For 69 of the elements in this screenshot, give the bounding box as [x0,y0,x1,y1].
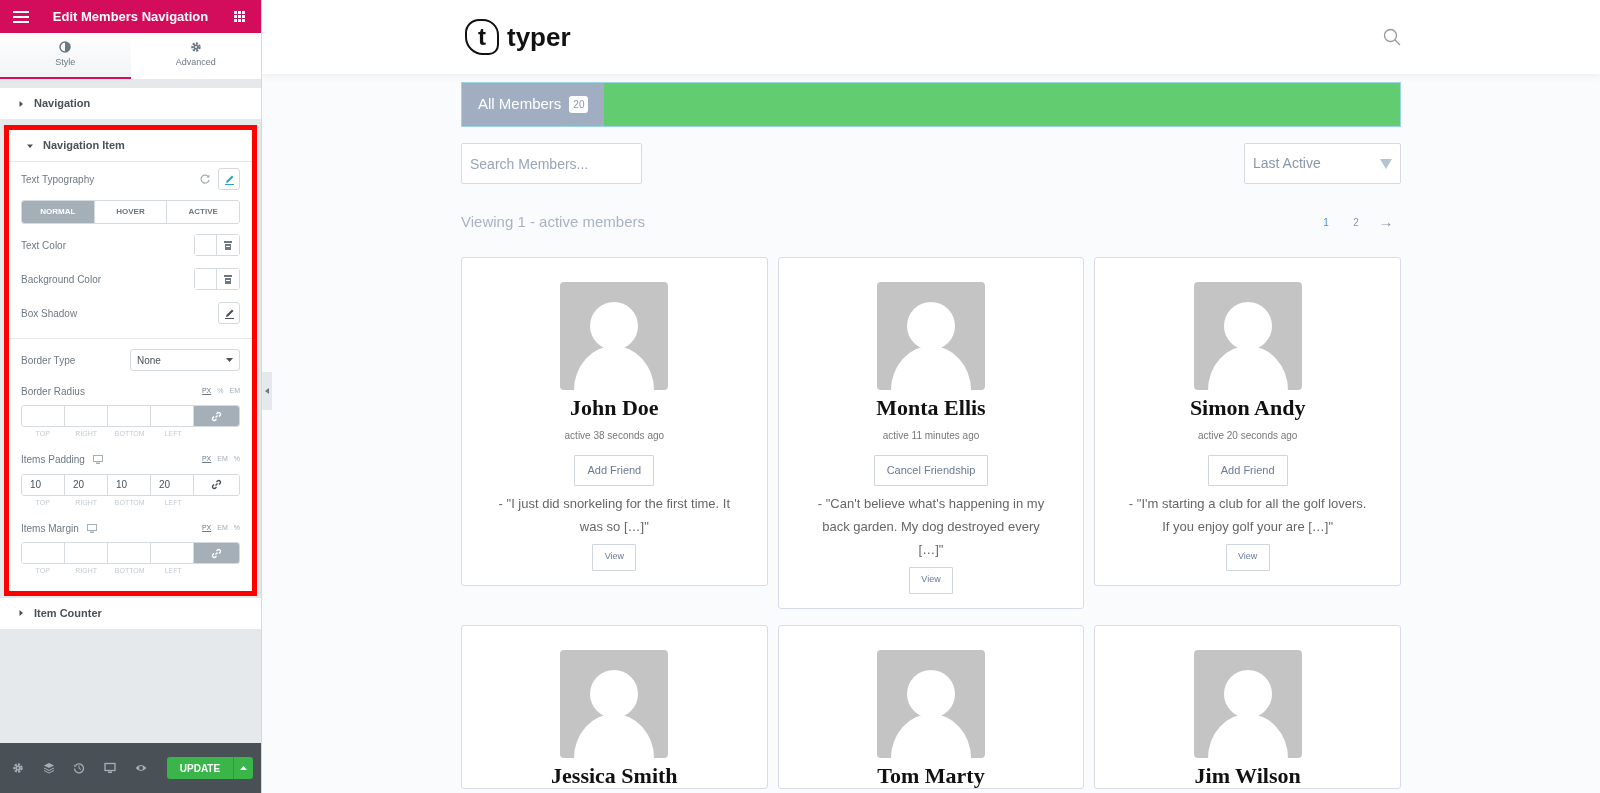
section-header[interactable]: Navigation [0,88,261,119]
count-badge: 20 [569,96,589,113]
member-name[interactable]: Simon Andy [1189,395,1306,420]
number-field[interactable] [22,406,65,426]
caret-icon[interactable] [232,757,253,779]
view-button[interactable]: View [909,566,953,594]
logo-text: typer [507,20,571,54]
activity-time: active 38 seconds ago [564,428,665,443]
reset-icon[interactable] [200,174,210,184]
member-name[interactable]: Jim Wilson [1194,763,1301,788]
caret-icon [1380,158,1392,169]
control-label: Box Shadow [21,306,78,321]
member-name[interactable]: John Doe [570,395,659,420]
collapse-handle[interactable] [262,372,272,410]
member-name[interactable]: Tom Marty [877,763,985,788]
contrast-icon [59,40,72,53]
edit-button[interactable] [218,302,240,324]
color-picker[interactable] [194,268,240,290]
trash-icon [224,240,232,250]
page-link[interactable]: 2 [1341,213,1371,231]
dropdown[interactable]: None [130,349,240,371]
control-label: Text Color [21,238,66,253]
search-field[interactable]: Search Members... [461,143,642,184]
status-excerpt: - "I'm starting a club for all the golf lovers. If you enjoy golf your are […]" [1127,494,1368,536]
trash-icon [224,274,232,284]
control-label: Border Radius [21,384,85,399]
number-field[interactable] [22,543,65,563]
page-link[interactable]: 1 [1311,213,1341,231]
activity-time: active 20 seconds ago [1197,428,1298,443]
members-tab[interactable]: All Members 20 [462,83,605,126]
caret-icon [18,610,24,616]
caret-icon [226,358,233,362]
chain-link-icon [211,547,222,559]
chain-link-icon [211,479,222,490]
panel-title: Edit Members Navigation [52,7,209,26]
logo-mark: t [465,19,499,55]
number-field[interactable]: 10 [22,474,65,495]
state-tab[interactable]: ACTIVE [166,201,239,223]
update-button[interactable]: UPDATE [166,757,233,779]
pencil-icon [223,307,235,319]
control-label: Background Color [21,272,102,287]
caret-icon [18,100,24,107]
gear-icon [189,40,202,53]
status-excerpt: - "I just did snorkeling for the first time. It was so […]" [497,494,732,536]
friend-button[interactable]: Cancel Friendship [873,454,989,486]
section-header[interactable]: Item Counter [0,597,261,629]
control-label: Items Padding [21,453,85,467]
sort-dropdown[interactable]: Last Active [1244,143,1401,184]
view-button[interactable]: View [592,543,637,571]
search-icon[interactable] [1383,28,1401,46]
control-label: Items Margin [21,521,79,536]
link-button[interactable] [194,406,239,426]
section-header[interactable]: Navigation Item [9,130,252,161]
chain-link-icon [211,410,222,422]
link-button[interactable] [194,543,239,563]
status-excerpt: - "Can't believe what's happening in my back garden. My dog destroyed every […]" [816,494,1046,559]
activity-time: active 11 minutes ago [882,428,980,443]
view-button[interactable]: View [1225,543,1270,571]
results-summary: Viewing 1 - active members [461,212,645,232]
control-label: Border Type [21,353,76,368]
pencil-icon [223,173,235,185]
control-label: Text Typography [21,172,95,187]
caret-icon [27,142,33,149]
member-name[interactable]: Jessica Smith [551,763,678,788]
member-name[interactable]: Monta Ellis [876,395,986,420]
color-picker[interactable] [194,234,240,256]
next-page-link[interactable]: → [1371,210,1401,235]
friend-button[interactable]: Add Friend [1207,454,1288,486]
friend-button[interactable]: Add Friend [574,454,655,486]
